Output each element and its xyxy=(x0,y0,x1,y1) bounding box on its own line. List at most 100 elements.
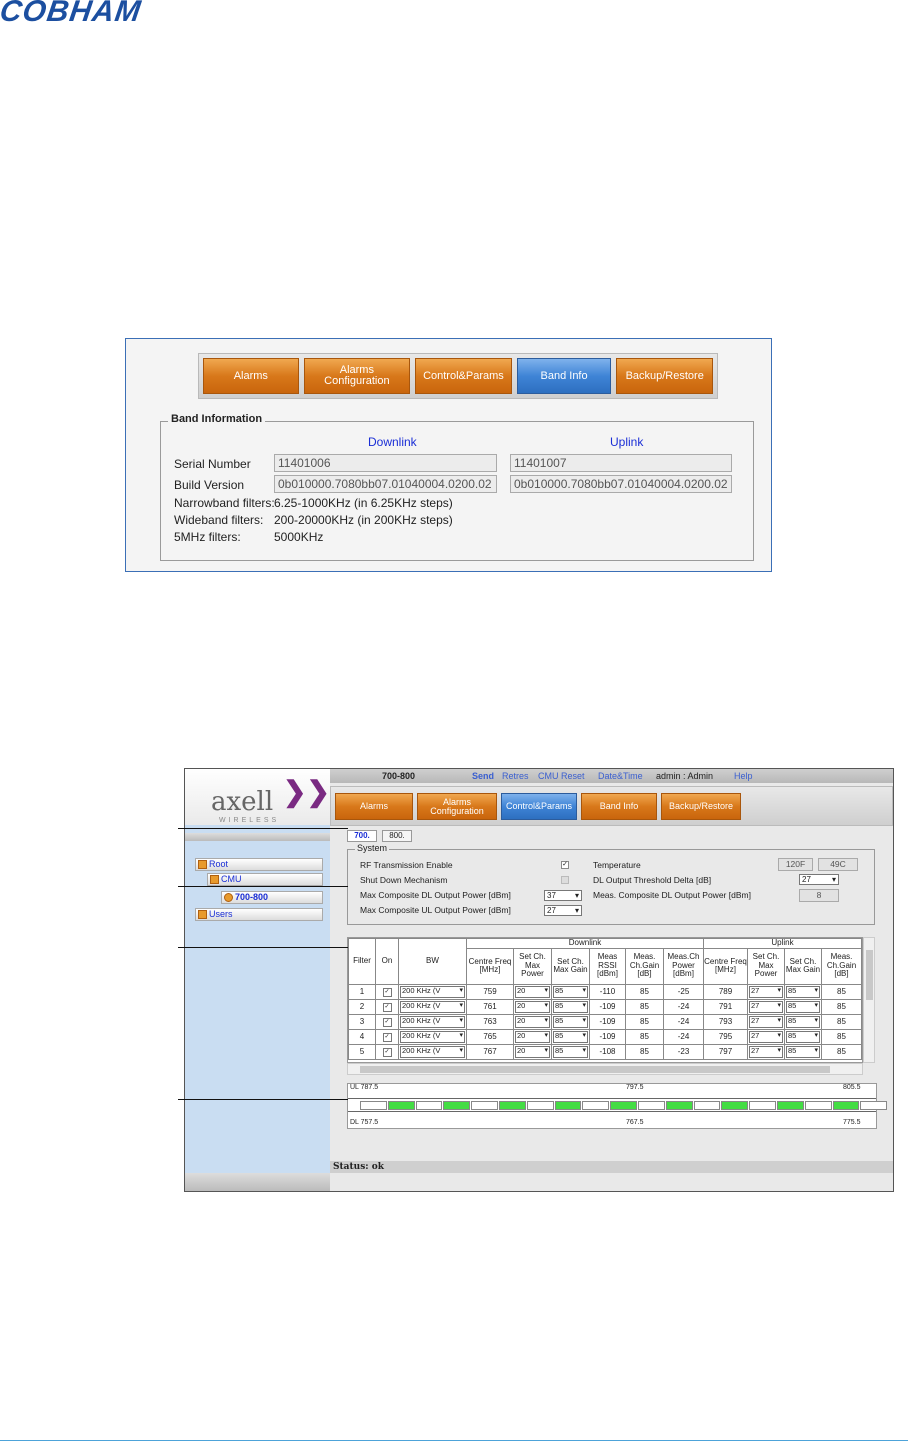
col-dl-max-power: Set Ch. Max Power xyxy=(513,947,552,985)
ul-max-gain-select[interactable]: 85 xyxy=(786,1045,820,1058)
ul-max-power-select[interactable]: 27 xyxy=(749,1045,783,1058)
ul-max-gain-select[interactable]: 85 xyxy=(786,1000,820,1013)
filter-on-checkbox[interactable]: ✓ xyxy=(382,1003,392,1012)
max-dl-select[interactable]: 37 xyxy=(544,890,582,901)
dl-centre-freq[interactable]: 767 xyxy=(466,1043,514,1060)
retries-link[interactable]: Retres xyxy=(502,771,529,781)
main-tab-bar-2: Alarms Alarms Configuration Control&Para… xyxy=(330,786,893,826)
filter-on-checkbox[interactable]: ✓ xyxy=(382,1048,392,1057)
max-dl-label: Max Composite DL Output Power [dBm] xyxy=(360,890,511,900)
tree-device[interactable]: 700-800 xyxy=(221,891,323,904)
ul-max-gain-select[interactable]: 85 xyxy=(786,985,820,998)
hscroll-thumb[interactable] xyxy=(360,1066,830,1073)
ul-centre-freq[interactable]: 797 xyxy=(703,1043,748,1060)
dl-meas-power-value: -24 xyxy=(663,1013,704,1030)
spectrum-segment xyxy=(860,1101,888,1110)
ul-mid-label: 797.5 xyxy=(626,1084,644,1091)
tab-control-params[interactable]: Control&Params xyxy=(501,793,577,820)
ul-max-power-select[interactable]: 27 xyxy=(749,1015,783,1028)
dl-max-gain-select[interactable]: 85 xyxy=(553,1000,588,1013)
dl-max-gain-select[interactable]: 85 xyxy=(553,1045,588,1058)
dl-delta-label: DL Output Threshold Delta [dB] xyxy=(593,875,712,885)
ul-max-power-select[interactable]: 27 xyxy=(749,1030,783,1043)
dl-max-power-select[interactable]: 20 xyxy=(515,1045,550,1058)
ul-centre-freq[interactable]: 793 xyxy=(703,1013,748,1030)
tab-alarms-configuration[interactable]: Alarms Configuration xyxy=(417,793,497,820)
tree-root[interactable]: Root xyxy=(195,858,323,871)
cobham-logo: COBHAM xyxy=(0,0,143,24)
ul-centre-freq[interactable]: 789 xyxy=(703,983,748,1000)
serial-number-label: Serial Number xyxy=(174,457,251,471)
callout-line-1 xyxy=(178,828,348,829)
bw-select[interactable]: 200 KHz (V xyxy=(400,1030,465,1043)
ul-max-power-select[interactable]: 27 xyxy=(749,1000,783,1013)
spectrum-view: UL 787.5 797.5 805.5 DL 757.5 767.5 775.… xyxy=(347,1083,888,1129)
table-horizontal-scrollbar[interactable] xyxy=(347,1063,863,1075)
uplink-group-header: Uplink xyxy=(703,938,862,949)
datetime-link[interactable]: Date&Time xyxy=(598,771,643,781)
bw-select[interactable]: 200 KHz (V xyxy=(400,1000,465,1013)
dl-max-power-select[interactable]: 20 xyxy=(515,1030,550,1043)
tab-band-info[interactable]: Band Info xyxy=(581,793,657,820)
dl-max-power-select[interactable]: 20 xyxy=(515,1015,550,1028)
subtab-800[interactable]: 800. xyxy=(382,830,412,842)
dl-centre-freq[interactable]: 763 xyxy=(466,1013,514,1030)
dl-right-label: 775.5 xyxy=(843,1119,861,1126)
tab-alarms-configuration[interactable]: Alarms Configuration xyxy=(303,358,411,394)
dl-max-power-select[interactable]: 20 xyxy=(515,985,550,998)
send-link[interactable]: Send xyxy=(472,771,494,781)
dl-max-gain-select[interactable]: 85 xyxy=(553,1030,588,1043)
bw-select[interactable]: 200 KHz (V xyxy=(400,1045,465,1058)
cmu-reset-link[interactable]: CMU Reset xyxy=(538,771,585,781)
vscroll-thumb[interactable] xyxy=(866,950,873,1000)
status-text: Status: ok xyxy=(333,1162,384,1172)
ul-left-label: UL 787.5 xyxy=(350,1084,379,1091)
dl-centre-freq[interactable]: 759 xyxy=(466,983,514,1000)
dl-delta-select[interactable]: 27 xyxy=(799,874,839,885)
dl-centre-freq[interactable]: 761 xyxy=(466,998,514,1015)
filter-on-checkbox[interactable]: ✓ xyxy=(382,1033,392,1042)
col-filter: Filter xyxy=(348,938,376,985)
rf-enable-checkbox[interactable]: ✓ xyxy=(561,861,569,869)
tree-cmu-label: CMU xyxy=(221,874,242,884)
dl-rssi-value: -109 xyxy=(589,998,626,1015)
shutdown-checkbox[interactable] xyxy=(561,876,569,884)
bw-select[interactable]: 200 KHz (V xyxy=(400,1015,465,1028)
ul-meas-gain-value: 85 xyxy=(821,998,862,1015)
subtab-700[interactable]: 700. xyxy=(347,830,377,842)
dl-max-gain-select[interactable]: 85 xyxy=(553,1015,588,1028)
wideband-value: 200-20000KHz (in 200KHz steps) xyxy=(274,513,453,527)
narrowband-value: 6.25-1000KHz (in 6.25KHz steps) xyxy=(274,496,453,510)
dl-max-gain-select[interactable]: 85 xyxy=(553,985,588,998)
tree-users[interactable]: Users xyxy=(195,908,323,921)
table-vertical-scrollbar[interactable] xyxy=(863,937,875,1063)
filter-on-checkbox[interactable]: ✓ xyxy=(382,1018,392,1027)
spectrum-segment xyxy=(471,1101,498,1110)
col-on: On xyxy=(375,938,399,985)
max-ul-select[interactable]: 27 xyxy=(544,905,582,916)
filter-number: 4 xyxy=(348,1028,376,1045)
dl-max-power-select[interactable]: 20 xyxy=(515,1000,550,1013)
tab-backup-restore[interactable]: Backup/Restore xyxy=(616,358,714,394)
filter-on-checkbox[interactable]: ✓ xyxy=(382,988,392,997)
main-tab-bar: Alarms Alarms Configuration Control&Para… xyxy=(198,353,718,399)
ul-centre-freq[interactable]: 791 xyxy=(703,998,748,1015)
ul-max-power-select[interactable]: 27 xyxy=(749,985,783,998)
dl-centre-freq[interactable]: 765 xyxy=(466,1028,514,1045)
ul-centre-freq[interactable]: 795 xyxy=(703,1028,748,1045)
tab-backup-restore[interactable]: Backup/Restore xyxy=(661,793,741,820)
spectrum-segment xyxy=(443,1101,471,1110)
rf-enable-label: RF Transmission Enable xyxy=(360,860,453,870)
spectrum-segment xyxy=(749,1101,776,1110)
tab-control-params[interactable]: Control&Params xyxy=(415,358,512,394)
ul-max-gain-select[interactable]: 85 xyxy=(786,1030,820,1043)
help-link[interactable]: Help xyxy=(734,771,753,781)
tree-cmu[interactable]: CMU xyxy=(207,873,323,886)
tab-band-info[interactable]: Band Info xyxy=(516,358,612,394)
bw-select[interactable]: 200 KHz (V xyxy=(400,985,465,998)
tab-alarms[interactable]: Alarms xyxy=(335,793,413,820)
tab-alarms[interactable]: Alarms xyxy=(203,358,299,394)
ul-max-gain-select[interactable]: 85 xyxy=(786,1015,820,1028)
filter-number: 2 xyxy=(348,998,376,1015)
folder-icon xyxy=(198,860,207,870)
